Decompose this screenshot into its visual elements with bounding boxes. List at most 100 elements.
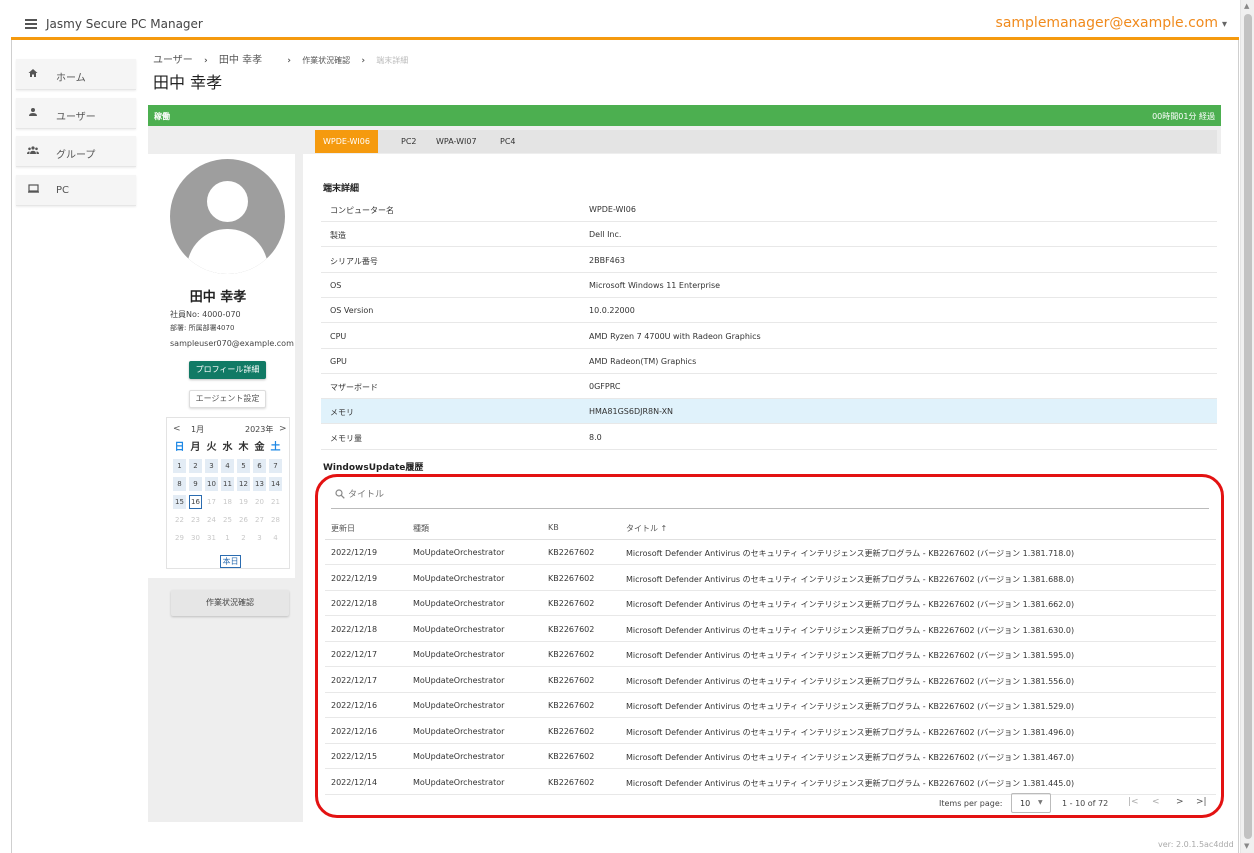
calendar-day[interactable]: 18 (221, 495, 234, 509)
detail-row: GPU AMD Radeon(TM) Graphics (321, 349, 1217, 374)
calendar-day[interactable]: 1 (173, 459, 186, 473)
version-label: ver: 2.0.1.5ac4ddd (1158, 840, 1234, 849)
calendar-day[interactable]: 1 (221, 531, 234, 545)
calendar-day[interactable]: 4 (269, 531, 282, 545)
last-page-button[interactable]: >| (1196, 797, 1207, 807)
calendar-day[interactable]: 11 (221, 477, 234, 491)
calendar-day[interactable]: 25 (221, 513, 234, 527)
calendar-day[interactable]: 14 (269, 477, 282, 491)
detail-row: メモリ HMA81GS6DJR8N-XN (321, 399, 1217, 425)
scroll-thumb[interactable] (1244, 14, 1252, 839)
table-cell: KB2267602 (548, 624, 595, 634)
sidebar-item-users[interactable]: ユーザー (16, 98, 136, 129)
table-cell: KB2267602 (548, 650, 595, 659)
breadcrumb-users[interactable]: ユーザー (153, 55, 193, 66)
calendar-today-button[interactable]: 本日 (220, 555, 241, 568)
sidebar-item-pc[interactable]: PC (16, 175, 136, 206)
first-page-button[interactable]: |< (1128, 797, 1139, 807)
calendar-day[interactable]: 31 (205, 531, 218, 545)
calendar-day[interactable]: 10 (205, 477, 218, 491)
calendar-day[interactable]: 8 (173, 477, 186, 491)
calendar-next-button[interactable]: > (279, 424, 287, 434)
calendar-day[interactable]: 12 (237, 477, 250, 491)
prev-page-button[interactable]: < (1152, 797, 1160, 807)
table-cell: 2022/12/17 (331, 650, 378, 659)
column-header-kb[interactable]: KB (548, 523, 559, 532)
calendar-day[interactable]: 16 (189, 495, 202, 509)
calendar-day[interactable]: 15 (173, 495, 186, 509)
tab-pc-2[interactable]: PC2 (401, 130, 417, 153)
profile-detail-button[interactable]: プロフィール詳細 (189, 361, 266, 379)
calendar-day[interactable]: 7 (269, 459, 282, 473)
table-row[interactable]: 2022/12/17 MoUpdateOrchestrator KB2267602 M… (325, 642, 1216, 667)
calendar-day[interactable]: 19 (237, 495, 250, 509)
pc-tabs: WPDE-WI06 PC2 WPA-WI07 PC4 (315, 130, 1217, 153)
items-per-page-select[interactable]: 10 ▼ (1011, 793, 1051, 813)
calendar-day[interactable]: 28 (269, 513, 282, 527)
calendar-day[interactable]: 9 (189, 477, 202, 491)
table-row[interactable]: 2022/12/16 MoUpdateOrchestrator KB2267602 M… (325, 719, 1216, 744)
table-cell: KB2267602 (548, 599, 595, 608)
calendar-day[interactable]: 26 (237, 513, 250, 527)
breadcrumb-work-status[interactable]: 作業状況確認 (302, 56, 350, 65)
calendar-day[interactable]: 21 (269, 495, 282, 509)
calendar-day[interactable]: 29 (173, 531, 186, 545)
hamburger-icon[interactable] (25, 19, 37, 29)
calendar-day[interactable]: 30 (189, 531, 202, 545)
detail-row: OS Microsoft Windows 11 Enterprise (321, 273, 1217, 298)
items-per-page-value: 10 (1020, 799, 1031, 808)
table-row[interactable]: 2022/12/16 MoUpdateOrchestrator KB2267602 M… (325, 693, 1216, 718)
calendar-day[interactable]: 13 (253, 477, 266, 491)
agent-settings-button[interactable]: エージェント設定 (189, 390, 266, 408)
table-cell: MoUpdateOrchestrator (413, 777, 505, 787)
table-row[interactable]: 2022/12/19 MoUpdateOrchestrator KB2267602 M… (325, 540, 1216, 565)
sidebar-item-home[interactable]: ホーム (16, 59, 136, 90)
scroll-up-icon[interactable]: ▲ (1244, 2, 1249, 10)
breadcrumb-current: 端末詳細 (376, 56, 409, 65)
calendar-day[interactable]: 3 (253, 531, 266, 545)
calendar-day[interactable]: 23 (189, 513, 202, 527)
table-row[interactable]: 2022/12/19 MoUpdateOrchestrator KB2267602 M… (325, 566, 1216, 591)
calendar-day[interactable]: 22 (173, 513, 186, 527)
scroll-down-icon[interactable]: ▼ (1244, 842, 1249, 850)
tab-pc-3[interactable]: WPA-WI07 (436, 130, 477, 153)
calendar-prev-button[interactable]: < (173, 424, 181, 434)
calendar-day[interactable]: 20 (253, 495, 266, 509)
detail-key: GPU (330, 356, 347, 366)
table-cell: MoUpdateOrchestrator (413, 548, 505, 557)
tab-pc-1[interactable]: WPDE-WI06 (315, 130, 378, 153)
next-page-button[interactable]: > (1176, 797, 1184, 807)
column-header-type[interactable]: 種類 (413, 523, 429, 534)
calendar-day[interactable]: 27 (253, 513, 266, 527)
column-header-title[interactable]: タイトル ↑ (626, 523, 667, 534)
calendar-day[interactable]: 6 (253, 459, 266, 473)
calendar-day[interactable]: 3 (205, 459, 218, 473)
scrollbar[interactable]: ▲ ▼ (1240, 0, 1254, 853)
search-input[interactable] (348, 488, 648, 502)
tab-pc-4[interactable]: PC4 (500, 130, 516, 153)
calendar-day[interactable]: 2 (237, 531, 250, 545)
calendar-day[interactable]: 17 (205, 495, 218, 509)
table-row[interactable]: 2022/12/18 MoUpdateOrchestrator KB2267602 M… (325, 617, 1216, 642)
table-cell: KB2267602 (548, 675, 595, 685)
calendar-day[interactable]: 5 (237, 459, 250, 473)
detail-row: 製造 Dell Inc. (321, 222, 1217, 248)
table-row[interactable]: 2022/12/17 MoUpdateOrchestrator KB2267602 M… (325, 668, 1216, 693)
user-icon (26, 107, 40, 120)
column-header-date[interactable]: 更新日 (331, 523, 355, 534)
table-cell: 2022/12/16 (331, 726, 378, 736)
table-row[interactable]: 2022/12/14 MoUpdateOrchestrator KB2267602 M… (325, 770, 1216, 795)
calendar-weekday: 水 (222, 442, 233, 453)
detail-key: OS Version (330, 306, 374, 316)
breadcrumb-user[interactable]: 田中 幸孝 (219, 55, 262, 66)
table-row[interactable]: 2022/12/18 MoUpdateOrchestrator KB2267602 M… (325, 591, 1216, 616)
calendar-day[interactable]: 4 (221, 459, 234, 473)
table-row[interactable]: 2022/12/15 MoUpdateOrchestrator KB2267602 M… (325, 744, 1216, 769)
calendar-day[interactable]: 2 (189, 459, 202, 473)
work-status-button[interactable]: 作業状況確認 (171, 590, 289, 616)
profile-email: sampleuser070@example.com (170, 339, 294, 348)
calendar-day[interactable]: 24 (205, 513, 218, 527)
page-range: 1 - 10 of 72 (1062, 799, 1109, 808)
sidebar-item-groups[interactable]: グループ (16, 136, 136, 167)
user-menu[interactable]: samplemanager@example.com ▾ (996, 15, 1227, 31)
